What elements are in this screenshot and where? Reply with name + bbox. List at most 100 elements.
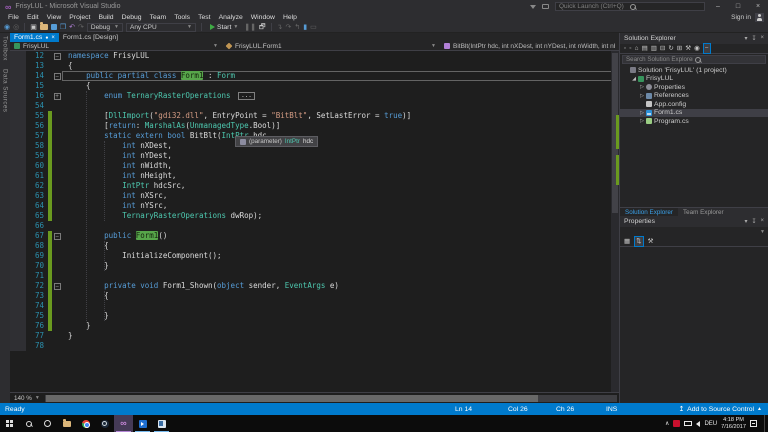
visual-studio-taskbar-button[interactable]: ∞	[114, 415, 133, 432]
menu-window[interactable]: Window	[247, 14, 279, 21]
comment-icon[interactable]: ▭	[310, 23, 317, 32]
save-all-icon[interactable]: ❒	[60, 23, 66, 32]
fold-margin[interactable]	[52, 301, 62, 311]
fold-margin[interactable]: +	[52, 91, 62, 101]
fold-margin[interactable]	[52, 331, 62, 341]
breakpoint-gutter[interactable]	[10, 191, 26, 201]
breakpoint-gutter[interactable]	[10, 201, 26, 211]
menu-project[interactable]: Project	[65, 14, 94, 21]
expander-icon[interactable]: ◢	[631, 76, 637, 82]
code-text[interactable]: }	[62, 261, 619, 271]
project-dropdown[interactable]: FrisyLUL ▼	[10, 43, 222, 50]
code-text[interactable]: namespace FrisyLUL	[62, 51, 619, 61]
feedback-icon[interactable]	[542, 4, 549, 9]
fold-margin[interactable]	[52, 291, 62, 301]
code-text[interactable]: {	[62, 61, 619, 71]
tree-item-solution-frisylul-1-project-[interactable]: Solution 'FrisyLUL' (1 project)	[620, 66, 768, 75]
solution-explorer-search-input[interactable]: Search Solution Explorer (Ctrl+;)	[622, 55, 766, 64]
menu-file[interactable]: File	[4, 14, 23, 21]
solution-configuration-dropdown[interactable]: Debug ▼	[86, 22, 123, 32]
pin-icon[interactable]: ↧	[751, 218, 756, 225]
fold-margin[interactable]	[52, 211, 62, 221]
menu-tools[interactable]: Tools	[170, 14, 194, 21]
tree-item-app-config[interactable]: App.config	[620, 100, 768, 109]
type-dropdown[interactable]: FrisyLUL.Form1 ▼	[222, 43, 440, 50]
taskbar-search-button[interactable]	[19, 415, 38, 432]
fold-margin[interactable]	[52, 111, 62, 121]
breakpoint-gutter[interactable]	[10, 151, 26, 161]
toolbox-tab[interactable]: Toolbox	[2, 36, 9, 61]
step-into-icon[interactable]: ↴	[277, 23, 283, 32]
breakpoint-gutter[interactable]	[10, 61, 26, 71]
menu-help[interactable]: Help	[279, 14, 301, 21]
breakpoint-gutter[interactable]	[10, 211, 26, 221]
navigate-back-icon[interactable]: ◉	[4, 23, 10, 32]
back-icon[interactable]: ◦	[624, 44, 626, 53]
tab-form1-cs[interactable]: Form1.cs ● ×	[10, 33, 59, 42]
fold-margin[interactable]	[52, 251, 62, 261]
breakpoint-gutter[interactable]	[10, 71, 26, 81]
code-text[interactable]: {	[62, 241, 619, 251]
breakpoint-gutter[interactable]	[10, 121, 26, 131]
breakpoint-gutter[interactable]	[10, 171, 26, 181]
properties-wrench-icon[interactable]: ⚒	[685, 44, 691, 53]
pending-changes-filter-icon[interactable]: ▥	[651, 44, 657, 53]
tab-team-explorer[interactable]: Team Explorer	[678, 208, 729, 216]
fold-margin[interactable]	[52, 171, 62, 181]
task-view-button[interactable]	[38, 415, 57, 432]
properties-object-dropdown[interactable]: ▼	[623, 228, 765, 236]
scrollbar-thumb[interactable]	[45, 394, 538, 402]
code-text[interactable]: int nYSrc,	[62, 201, 619, 211]
home-icon[interactable]: ⌂	[635, 44, 639, 53]
fold-margin[interactable]	[52, 81, 62, 91]
breakpoint-gutter[interactable]	[10, 101, 26, 111]
breakpoint-gutter[interactable]	[10, 91, 26, 101]
tab-form1-cs-design-[interactable]: Form1.cs [Design]	[59, 33, 122, 42]
code-text[interactable]: }	[62, 331, 619, 341]
fold-toggle-icon[interactable]: −	[53, 283, 61, 290]
start-debugging-button[interactable]: Start ▼	[207, 24, 241, 31]
undo-icon[interactable]: ↶	[69, 23, 75, 32]
breakpoint-gutter[interactable]	[10, 111, 26, 121]
close-panel-icon[interactable]: ×	[760, 218, 764, 225]
code-text[interactable]	[62, 271, 619, 281]
fold-margin[interactable]	[52, 321, 62, 331]
data-sources-tab[interactable]: Data Sources	[2, 69, 9, 113]
pin-icon[interactable]: ↧	[751, 35, 756, 42]
expander-icon[interactable]: ▷	[639, 118, 645, 124]
breakpoint-gutter[interactable]	[10, 241, 26, 251]
breakpoint-gutter[interactable]	[10, 221, 26, 231]
fold-margin[interactable]	[52, 151, 62, 161]
tree-item-frisylul[interactable]: ◢ FrisyLUL	[620, 75, 768, 84]
tree-item-properties[interactable]: ▷ Properties	[620, 83, 768, 92]
step-over-icon[interactable]: ↷	[285, 23, 291, 32]
fold-margin[interactable]: −	[52, 51, 62, 61]
clock[interactable]: 4:18 PM 7/16/2017	[721, 417, 746, 430]
fold-margin[interactable]	[52, 241, 62, 251]
breakpoint-gutter[interactable]	[10, 271, 26, 281]
zoom-dropdown[interactable]: 140 % ▼	[12, 395, 42, 402]
breakpoint-gutter[interactable]	[10, 231, 26, 241]
step-out-icon[interactable]: ↰	[294, 23, 300, 32]
solution-platform-dropdown[interactable]: Any CPU ▼	[125, 22, 196, 32]
fold-margin[interactable]	[52, 121, 62, 131]
code-text[interactable]: int nXDest,	[62, 141, 619, 151]
menu-debug[interactable]: Debug	[118, 14, 146, 21]
open-file-icon[interactable]	[39, 22, 48, 30]
expander-icon[interactable]: ▷	[639, 84, 645, 90]
menu-team[interactable]: Team	[146, 14, 171, 21]
menu-build[interactable]: Build	[94, 14, 117, 21]
breakpoint-gutter[interactable]	[10, 81, 26, 91]
code-text[interactable]: TernaryRasterOperations dwRop);	[62, 211, 619, 221]
breakpoint-gutter[interactable]	[10, 311, 26, 321]
breakpoint-gutter[interactable]	[10, 301, 26, 311]
breakpoint-gutter[interactable]	[10, 341, 26, 351]
fold-margin[interactable]: −	[52, 71, 62, 81]
code-text[interactable]: private void Form1_Shown(object sender, …	[62, 281, 619, 291]
add-to-source-control-button[interactable]: ↥ Add to Source Control ▲	[678, 403, 762, 415]
editor-vertical-scrollbar[interactable]	[611, 51, 619, 392]
track-active-item-icon[interactable]: −	[702, 43, 711, 54]
code-text[interactable]: {	[62, 81, 619, 91]
breakpoint-gutter[interactable]	[10, 51, 26, 61]
code-text[interactable]: int nXSrc,	[62, 191, 619, 201]
